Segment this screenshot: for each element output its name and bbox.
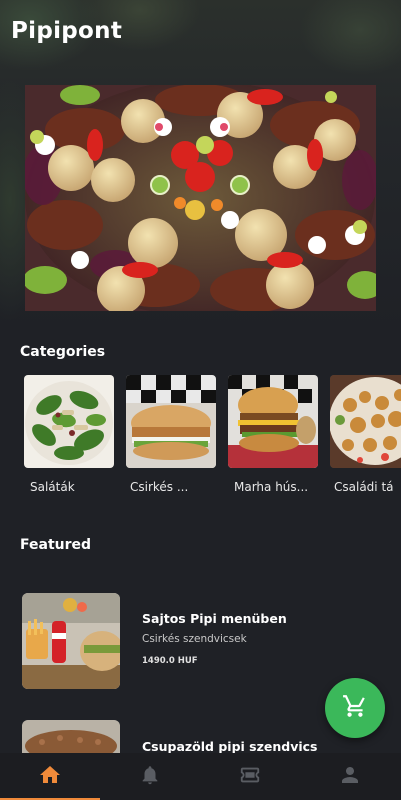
featured-item-card[interactable]: Csupazöld pipi szendvics <box>22 720 382 753</box>
category-image-chicken <box>126 375 216 468</box>
category-label: Csirkés ... <box>130 480 189 494</box>
category-card-chicken[interactable]: Csirkés ... <box>126 375 216 494</box>
nav-item-profile[interactable] <box>300 753 400 800</box>
bell-icon <box>139 763 161 791</box>
person-icon <box>338 763 362 791</box>
nav-item-notifications[interactable] <box>100 753 200 800</box>
bottom-navigation <box>0 753 401 800</box>
featured-item-image <box>22 720 120 753</box>
category-card-family-platter[interactable]: Családi tá <box>330 375 401 494</box>
featured-item-name: Sajtos Pipi menüben <box>142 611 287 626</box>
app-screen: Pipipont Categories Saláták Csirkés ... … <box>0 0 401 800</box>
nav-item-home[interactable] <box>0 753 100 800</box>
hero-dish-image[interactable] <box>25 85 376 311</box>
categories-section-title: Categories <box>20 344 106 360</box>
category-image-salads <box>24 375 114 468</box>
categories-carousel[interactable]: Saláták Csirkés ... Marha hús... Családi… <box>24 375 401 500</box>
featured-item-card[interactable]: Sajtos Pipi menüben Csirkés szendvicsek … <box>22 593 382 689</box>
app-title: Pipipont <box>11 18 123 44</box>
ticket-icon <box>237 764 263 790</box>
nav-item-coupons[interactable] <box>200 753 300 800</box>
category-label: Marha hús... <box>234 480 309 494</box>
featured-item-name: Csupazöld pipi szendvics <box>142 739 318 753</box>
category-image-family-platter <box>330 375 401 468</box>
featured-item-image <box>22 593 120 689</box>
category-label: Saláták <box>30 480 75 494</box>
featured-item-price: 1490.0 HUF <box>142 656 198 666</box>
category-label: Családi tá <box>334 480 394 494</box>
featured-section-title: Featured <box>20 537 92 553</box>
featured-item-category: Csirkés szendvicsek <box>142 633 247 645</box>
cart-icon <box>342 693 368 723</box>
cart-button[interactable] <box>325 678 385 738</box>
home-icon <box>38 763 62 791</box>
category-card-beef[interactable]: Marha hús... <box>228 375 318 494</box>
category-image-beef <box>228 375 318 468</box>
category-card-salads[interactable]: Saláták <box>24 375 114 494</box>
